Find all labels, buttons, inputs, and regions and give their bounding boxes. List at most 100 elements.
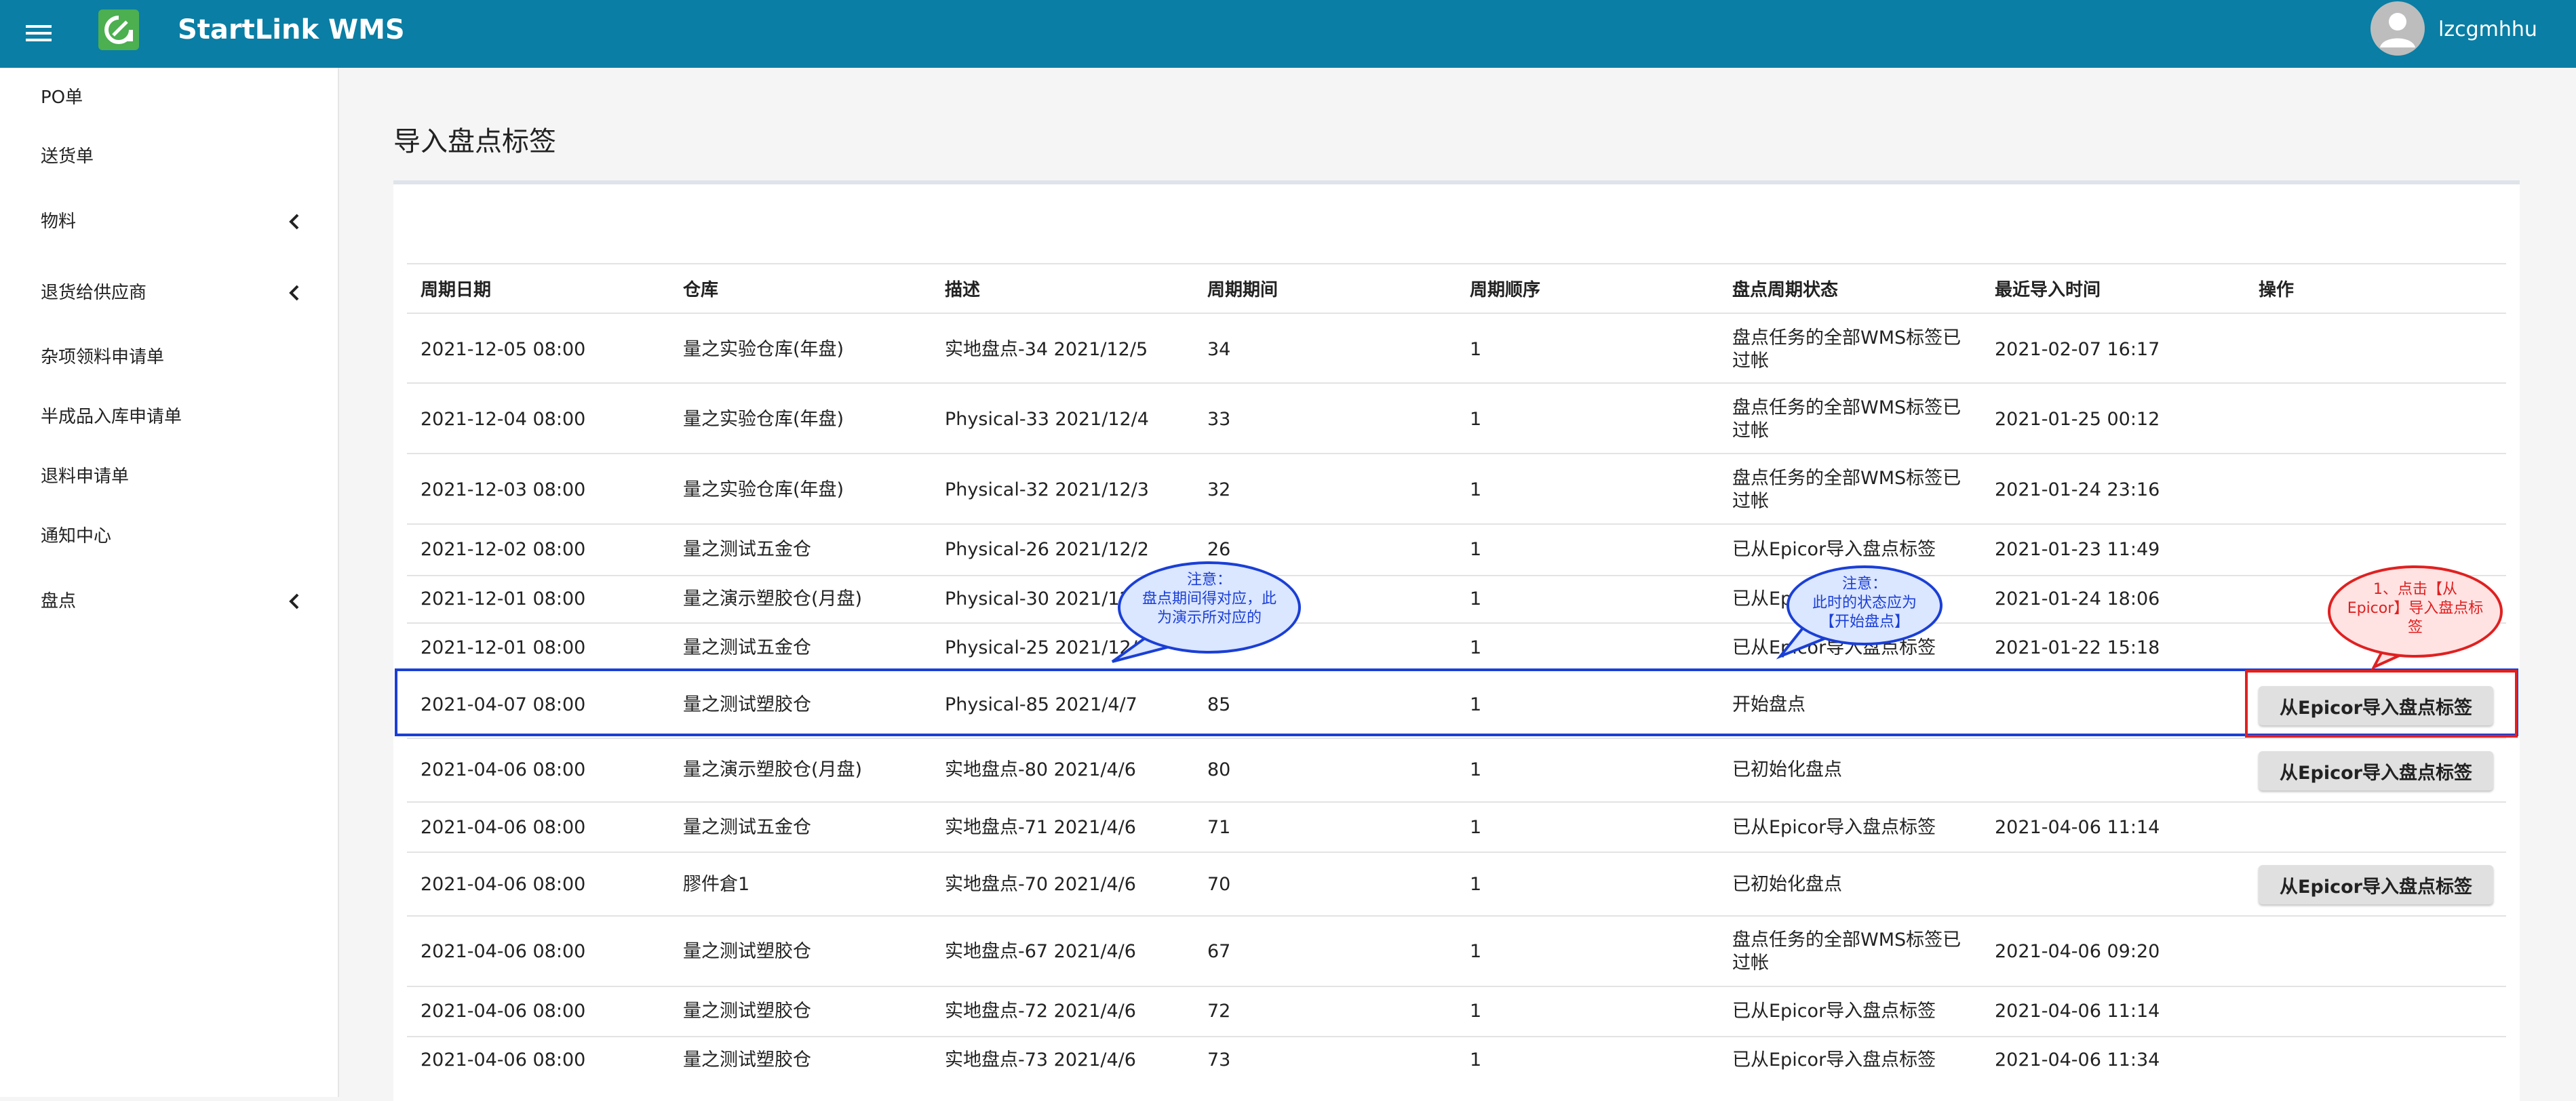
- cell-cycle-sequence: 1: [1470, 817, 1482, 838]
- cell-description: Physical-25 2021/12/1: [945, 637, 1149, 658]
- cell-description: Physical-26 2021/12/2: [945, 539, 1149, 560]
- cell-cycle-sequence: 1: [1470, 637, 1482, 658]
- column-header-description: 描述: [945, 280, 981, 300]
- app-logo-icon: [98, 9, 139, 50]
- cell-cycle-period: 67: [1207, 941, 1231, 962]
- cell-warehouse: 量之演示塑胶仓(月盘): [683, 759, 863, 780]
- cell-description: 实地盘点-73 2021/4/6: [945, 1049, 1136, 1070]
- chevron-left-icon[interactable]: [285, 212, 305, 232]
- cell-last-import-time: 2021-04-06 11:34: [1995, 1049, 2160, 1070]
- cell-cycle-status: 已从Epicor导入盘点标签: [1732, 1049, 1936, 1070]
- cell-cycle-period: 72: [1207, 1001, 1231, 1022]
- sidebar-item-material[interactable]: 物料: [41, 210, 76, 233]
- chevron-left-icon[interactable]: [285, 591, 305, 612]
- divider: [407, 453, 2506, 454]
- avatar-icon[interactable]: [2370, 1, 2425, 56]
- chevron-left-icon[interactable]: [285, 283, 305, 303]
- sidebar-item-material-return[interactable]: 退料申请单: [41, 465, 129, 488]
- cell-last-import-time: 2021-04-06 11:14: [1995, 1001, 2160, 1022]
- cell-cycle-date: 2021-04-06 08:00: [421, 941, 586, 962]
- sidebar-item-notification-center[interactable]: 通知中心: [41, 525, 111, 548]
- cell-description: 实地盘点-67 2021/4/6: [945, 941, 1136, 962]
- cell-warehouse: 量之实验仓库(年盘): [683, 409, 844, 430]
- divider: [407, 523, 2506, 525]
- cell-cycle-status: 盘点任务的全部WMS标签已过帐: [1732, 327, 1962, 372]
- cell-cycle-sequence: 1: [1470, 479, 1482, 500]
- cell-cycle-sequence: 1: [1470, 588, 1482, 609]
- cell-warehouse: 量之测试五金仓: [683, 817, 811, 838]
- callout-text: 此时的状态应为: [1812, 595, 1917, 612]
- cell-cycle-sequence: 1: [1470, 759, 1482, 780]
- cell-cycle-status: 盘点任务的全部WMS标签已过帐: [1732, 397, 1962, 441]
- cell-description: 实地盘点-70 2021/4/6: [945, 874, 1136, 895]
- highlight-action-box: [2245, 670, 2518, 738]
- divider: [407, 382, 2506, 384]
- cell-cycle-status: 已初始化盘点: [1732, 874, 1842, 895]
- sidebar-item-po[interactable]: PO单: [41, 86, 83, 109]
- cell-cycle-date: 2021-12-01 08:00: [421, 588, 586, 609]
- cell-cycle-sequence: 1: [1470, 941, 1482, 962]
- cell-warehouse: 量之实验仓库(年盘): [683, 479, 844, 500]
- page-title: 导入盘点标签: [393, 126, 556, 157]
- cell-cycle-date: 2021-12-01 08:00: [421, 637, 586, 658]
- callout-text: 盘点期间得对应，此为演示所对应的: [1141, 590, 1276, 626]
- callout-period-note: 注意： 盘点期间得对应，此为演示所对应的: [1118, 561, 1301, 654]
- cell-cycle-date: 2021-04-06 08:00: [421, 759, 586, 780]
- cell-cycle-date: 2021-12-04 08:00: [421, 409, 586, 430]
- divider: [407, 986, 2506, 987]
- cell-cycle-period: 73: [1207, 1049, 1231, 1070]
- cell-cycle-status: 已从Epicor导入盘点标签: [1732, 539, 1936, 560]
- import-from-epicor-button[interactable]: 从Epicor导入盘点标签: [2259, 865, 2493, 904]
- cell-cycle-sequence: 1: [1470, 339, 1482, 360]
- cell-cycle-sequence: 1: [1470, 874, 1482, 895]
- cell-cycle-sequence: 1: [1470, 539, 1482, 560]
- cell-description: 实地盘点-72 2021/4/6: [945, 1001, 1136, 1022]
- cell-last-import-time: 2021-04-06 09:20: [1995, 941, 2160, 962]
- cell-cycle-period: 71: [1207, 817, 1231, 838]
- divider: [407, 575, 2506, 576]
- cell-cycle-sequence: 1: [1470, 409, 1482, 430]
- cell-warehouse: 量之测试塑胶仓: [683, 1049, 811, 1070]
- callout-text: 签: [2407, 619, 2423, 636]
- sidebar-item-return-supplier[interactable]: 退货给供应商: [41, 281, 147, 304]
- cell-cycle-date: 2021-04-06 08:00: [421, 1049, 586, 1070]
- divider: [407, 263, 2506, 264]
- cell-warehouse: 量之测试塑胶仓: [683, 1001, 811, 1022]
- callout-text: Epicor】导入盘点标: [2347, 600, 2484, 617]
- cell-cycle-date: 2021-04-06 08:00: [421, 1001, 586, 1022]
- column-header-cycle-sequence: 周期顺序: [1470, 280, 1541, 300]
- cell-last-import-time: 2021-01-23 11:49: [1995, 539, 2160, 560]
- cell-cycle-period: 80: [1207, 759, 1231, 780]
- sidebar-item-stocktake[interactable]: 盘点: [41, 590, 76, 613]
- cell-last-import-time: 2021-01-24 18:06: [1995, 588, 2160, 609]
- cell-cycle-status: 已从Epicor导入盘点标签: [1732, 1001, 1936, 1022]
- sidebar-item-delivery[interactable]: 送货单: [41, 145, 94, 168]
- cell-description: Physical-33 2021/12/4: [945, 409, 1149, 430]
- cell-cycle-period: 34: [1207, 339, 1231, 360]
- cell-warehouse: 膠件倉1: [683, 874, 750, 895]
- divider: [407, 738, 2506, 739]
- cell-warehouse: 量之测试五金仓: [683, 637, 811, 658]
- cell-last-import-time: 2021-04-06 11:14: [1995, 817, 2160, 838]
- cell-cycle-period: 33: [1207, 409, 1231, 430]
- cell-cycle-sequence: 1: [1470, 1049, 1482, 1070]
- callout-click-note: 1、点击【从 Epicor】导入盘点标 签: [2328, 565, 2503, 658]
- menu-icon[interactable]: [24, 19, 53, 47]
- cell-cycle-status: 已从Epicor导入盘点标签: [1732, 817, 1936, 838]
- cell-description: 实地盘点-80 2021/4/6: [945, 759, 1136, 780]
- sidebar-item-semi-finished-receipt[interactable]: 半成品入库申请单: [41, 405, 182, 428]
- username[interactable]: lzcgmhhu: [2438, 16, 2537, 43]
- column-header-cycle-date: 周期日期: [421, 280, 492, 300]
- cell-warehouse: 量之测试塑胶仓: [683, 941, 811, 962]
- cell-cycle-sequence: 1: [1470, 1001, 1482, 1022]
- highlight-row-box: [395, 668, 2518, 736]
- cell-warehouse: 量之实验仓库(年盘): [683, 339, 844, 360]
- sidebar-item-misc-requisition[interactable]: 杂项领料申请单: [41, 346, 164, 369]
- cell-description: Physical-32 2021/12/3: [945, 479, 1149, 500]
- cell-cycle-date: 2021-12-03 08:00: [421, 479, 586, 500]
- callout-text: 【开始盘点】: [1819, 614, 1909, 630]
- import-from-epicor-button[interactable]: 从Epicor导入盘点标签: [2259, 751, 2493, 790]
- cell-description: 实地盘点-71 2021/4/6: [945, 817, 1136, 838]
- column-header-warehouse: 仓库: [683, 280, 719, 300]
- cell-last-import-time: 2021-01-25 00:12: [1995, 409, 2160, 430]
